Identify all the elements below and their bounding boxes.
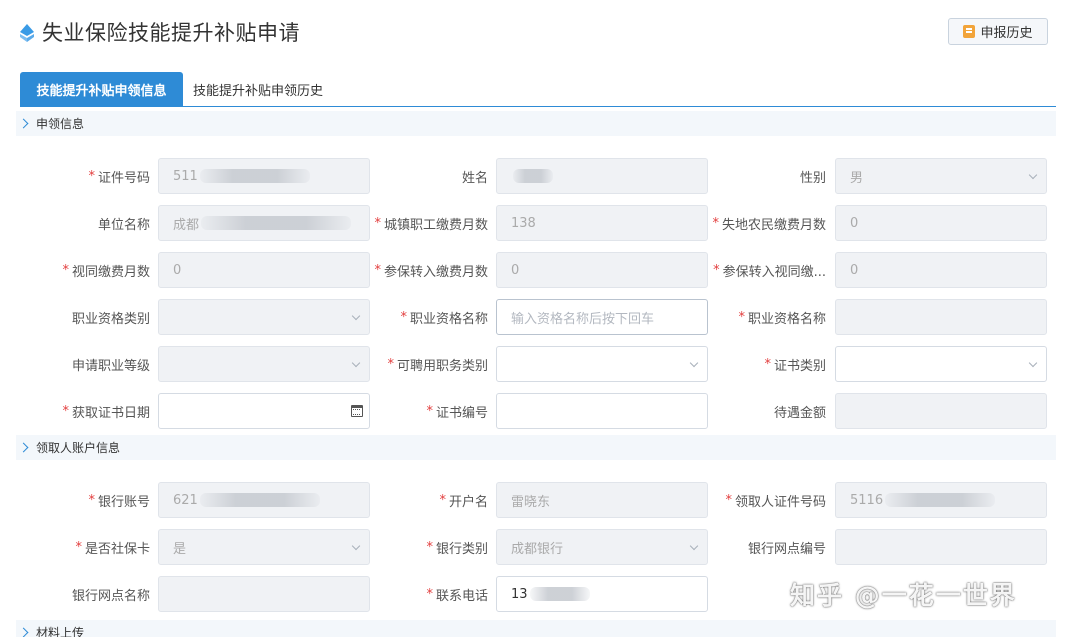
phone-input[interactable]: 13 [496, 576, 708, 612]
transfer-deemed-label: * 参保转入视同缴... [713, 262, 826, 280]
id-number-label: * 证件号码 [88, 168, 150, 186]
job-category-label: * 可聘用职务类别 [387, 356, 488, 374]
page-title: 失业保险技能提升补贴申请 [42, 21, 300, 45]
chevron-down-icon [1028, 170, 1038, 180]
watermark: 知乎 @一花一世界 [790, 581, 1017, 610]
farmer-months-label: * 失地农民缴费月数 [712, 215, 826, 233]
section-account-info[interactable]: 领取人账户信息 [16, 435, 1056, 460]
tab-bar: 技能提升补贴申领信息 技能提升补贴申领历史 [20, 72, 1056, 107]
branch-code-field[interactable] [835, 529, 1047, 565]
section-title: 材料上传 [36, 626, 85, 637]
qual-name-label: * 职业资格名称 [738, 309, 826, 327]
chevron-right-icon [18, 626, 32, 637]
benefit-amount-label: 待遇金额 [773, 405, 826, 421]
chevron-right-icon [18, 441, 32, 455]
cert-date-label: * 获取证书日期 [62, 403, 150, 421]
document-icon [963, 25, 976, 38]
bank-type-label: * 银行类别 [426, 539, 488, 557]
farmer-months-field[interactable]: 0 [835, 205, 1047, 241]
benefit-amount-field[interactable] [835, 393, 1047, 429]
history-button[interactable]: 申报历史 [948, 18, 1048, 45]
section-materials[interactable]: 材料上传 [16, 620, 1056, 637]
cert-number-label: * 证书编号 [426, 403, 488, 421]
branch-name-label: 银行网点名称 [71, 588, 150, 604]
apply-level-label: 申请职业等级 [71, 358, 150, 374]
section-apply-info[interactable]: 申领信息 [16, 111, 1056, 136]
transfer-months-label: * 参保转入缴费月数 [374, 262, 488, 280]
section-title: 领取人账户信息 [36, 441, 121, 455]
gender-select[interactable]: 男 [835, 158, 1047, 194]
tab-apply-info[interactable]: 技能提升补贴申领信息 [20, 72, 183, 106]
bank-account-label: * 银行账号 [88, 492, 150, 510]
urban-months-label: * 城镇职工缴费月数 [374, 215, 488, 233]
recipient-id-label: * 领取人证件号码 [725, 492, 826, 510]
chevron-right-icon [18, 117, 32, 131]
page-header: 失业保险技能提升补贴申请 申报历史 [0, 0, 1080, 64]
qual-name-input-label: * 职业资格名称 [400, 309, 488, 327]
social-card-label: * 是否社保卡 [75, 539, 150, 557]
company-label: 单位名称 [97, 217, 150, 233]
qual-category-label: 职业资格类别 [71, 311, 150, 327]
history-button-label: 申报历史 [980, 26, 1033, 41]
tab-apply-history[interactable]: 技能提升补贴申领历史 [183, 72, 333, 106]
gender-label: 性别 [799, 170, 826, 186]
chevron-down-icon [1028, 358, 1038, 368]
account-name-label: * 开户名 [439, 492, 488, 510]
recipient-id-field[interactable]: 5116 [835, 482, 1047, 518]
phone-label: * 联系电话 [426, 586, 488, 604]
branch-code-label: 银行网点编号 [747, 541, 826, 557]
section-title: 申领信息 [36, 117, 85, 131]
transfer-deemed-field[interactable]: 0 [835, 252, 1047, 288]
cert-category-select[interactable] [835, 346, 1047, 382]
deemed-months-label: * 视同缴费月数 [62, 262, 150, 280]
name-label: 姓名 [461, 170, 488, 186]
diamond-icon [20, 24, 34, 42]
qual-name-field[interactable] [835, 299, 1047, 335]
cert-category-label: * 证书类别 [764, 356, 826, 374]
